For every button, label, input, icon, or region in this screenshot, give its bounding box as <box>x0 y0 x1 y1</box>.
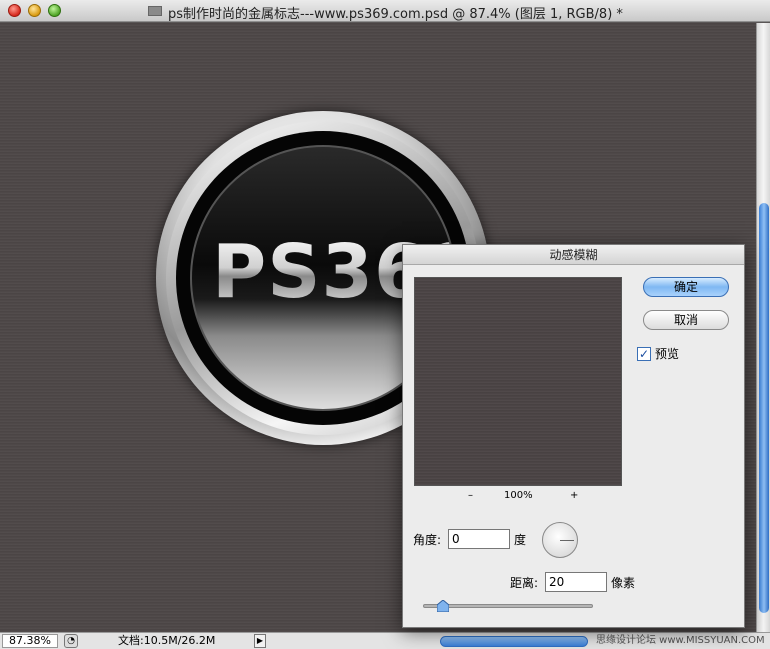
angle-input[interactable] <box>448 529 510 549</box>
status-info-icon[interactable]: ◔ <box>64 634 78 648</box>
preview-checkbox[interactable]: ✓ <box>637 347 651 361</box>
preview-checkbox-label: 预览 <box>655 347 680 361</box>
vertical-scroll-thumb[interactable] <box>759 203 769 613</box>
ok-button[interactable]: 确定 <box>643 277 729 297</box>
document-size-info: 文档:10.5M/26.2M <box>118 634 216 647</box>
window-title: ps制作时尚的金属标志---www.ps369.com.psd @ 87.4% … <box>168 7 623 22</box>
close-window-button[interactable] <box>8 4 21 17</box>
distance-label: 距离: <box>510 576 539 590</box>
status-bar: 87.38% ◔ 文档:10.5M/26.2M ▶ 思缘设计论坛 www.MIS… <box>0 632 770 649</box>
vertical-scrollbar[interactable] <box>756 23 770 632</box>
angle-dial[interactable] <box>542 522 578 558</box>
distance-unit-label: 像素 <box>611 576 636 590</box>
slider-thumb-icon <box>436 600 449 612</box>
distance-input[interactable] <box>545 572 607 592</box>
dialog-title: 动感模糊 <box>403 245 744 265</box>
zoom-out-button[interactable]: – <box>468 490 473 501</box>
zoom-in-button[interactable]: + <box>570 490 578 501</box>
angle-label: 角度: <box>413 533 442 547</box>
preview-zoom-level: 100% <box>504 490 533 501</box>
minimize-window-button[interactable] <box>28 4 41 17</box>
angle-dial-indicator <box>560 540 574 541</box>
document-proxy-icon[interactable] <box>148 6 162 16</box>
zoom-level-field[interactable]: 87.38% <box>2 634 58 648</box>
cancel-button[interactable]: 取消 <box>643 310 729 330</box>
watermark-text: 思缘设计论坛 www.MISSYUAN.COM <box>596 635 765 646</box>
angle-unit-label: 度 <box>514 533 527 547</box>
motion-blur-dialog: 动感模糊 – 100% + 确定 取消 ✓ 预览 角度: 度 距离: 像素 <box>402 244 745 628</box>
preview-zoom-controls: – 100% + <box>414 490 622 504</box>
distance-slider-thumb[interactable] <box>436 600 449 612</box>
horizontal-scroll-thumb[interactable] <box>440 636 588 647</box>
title-bar: ps制作时尚的金属标志---www.ps369.com.psd @ 87.4% … <box>0 0 770 22</box>
filter-preview-pane[interactable] <box>414 277 622 486</box>
zoom-window-button[interactable] <box>48 4 61 17</box>
status-menu-arrow-icon[interactable]: ▶ <box>254 634 266 648</box>
